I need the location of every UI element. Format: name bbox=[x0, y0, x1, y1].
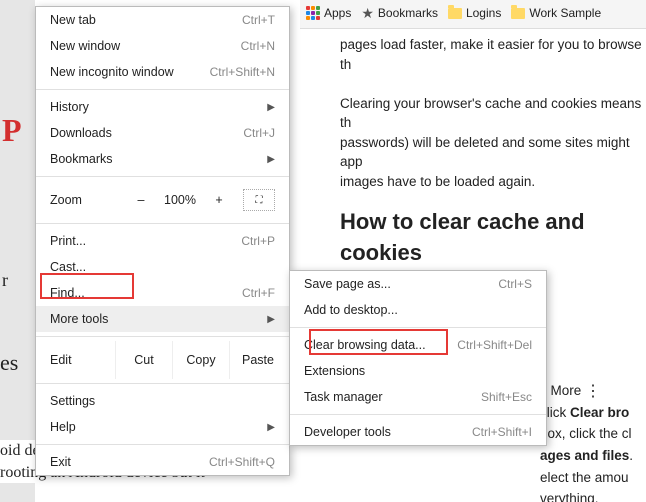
menu-print[interactable]: Print... Ctrl+P bbox=[36, 228, 289, 254]
more-icon bbox=[585, 389, 597, 395]
chevron-right-icon: ▶ bbox=[267, 314, 275, 325]
menu-exit[interactable]: Exit Ctrl+Shift+Q bbox=[36, 449, 289, 475]
menu-settings[interactable]: Settings bbox=[36, 388, 289, 414]
fullscreen-button[interactable]: ⛶ bbox=[243, 189, 275, 211]
star-icon: ★ bbox=[361, 6, 374, 20]
menu-downloads[interactable]: Downloads Ctrl+J bbox=[36, 120, 289, 146]
submenu-task-manager[interactable]: Task manager Shift+Esc bbox=[290, 384, 546, 410]
bg-text: es bbox=[0, 350, 18, 376]
menu-zoom-row: Zoom – 100% + ⛶ bbox=[36, 181, 289, 219]
bookmark-bar: Apps ★ Bookmarks Logins Work Sample bbox=[300, 0, 646, 29]
logins-folder[interactable]: Logins bbox=[448, 6, 501, 20]
submenu-clear-browsing-data[interactable]: Clear browsing data... Ctrl+Shift+Del bbox=[290, 332, 546, 358]
menu-history[interactable]: History ▶ bbox=[36, 94, 289, 120]
work-sample-folder[interactable]: Work Sample bbox=[511, 6, 601, 20]
copy-button[interactable]: Copy bbox=[172, 341, 229, 379]
zoom-in-button[interactable]: + bbox=[201, 193, 237, 207]
menu-more-tools[interactable]: More tools ▶ bbox=[36, 306, 289, 332]
folder-icon bbox=[511, 8, 525, 19]
submenu-extensions[interactable]: Extensions bbox=[290, 358, 546, 384]
menu-new-incognito[interactable]: New incognito window Ctrl+Shift+N bbox=[36, 59, 289, 85]
submenu-add-desktop[interactable]: Add to desktop... bbox=[290, 297, 546, 323]
menu-new-window[interactable]: New window Ctrl+N bbox=[36, 33, 289, 59]
chrome-main-menu: New tab Ctrl+T New window Ctrl+N New inc… bbox=[35, 6, 290, 476]
menu-bookmarks[interactable]: Bookmarks ▶ bbox=[36, 146, 289, 172]
zoom-percent: 100% bbox=[159, 193, 201, 207]
bg-text: r bbox=[2, 270, 32, 290]
apps-icon bbox=[306, 6, 320, 20]
menu-new-tab[interactable]: New tab Ctrl+T bbox=[36, 7, 289, 33]
menu-cast[interactable]: Cast... bbox=[36, 254, 289, 280]
paste-button[interactable]: Paste bbox=[229, 341, 286, 379]
menu-find[interactable]: Find... Ctrl+F bbox=[36, 280, 289, 306]
site-logo-fragment: P bbox=[2, 110, 32, 150]
menu-help[interactable]: Help ▶ bbox=[36, 414, 289, 440]
chevron-right-icon: ▶ bbox=[267, 102, 275, 113]
submenu-developer-tools[interactable]: Developer tools Ctrl+Shift+I bbox=[290, 419, 546, 445]
apps-button[interactable]: Apps bbox=[306, 6, 351, 20]
article-heading: How to clear cache and cookies bbox=[340, 206, 646, 270]
zoom-out-button[interactable]: – bbox=[123, 193, 159, 207]
chevron-right-icon: ▶ bbox=[267, 422, 275, 433]
chevron-right-icon: ▶ bbox=[267, 154, 275, 165]
bookmarks-button[interactable]: ★ Bookmarks bbox=[361, 6, 438, 20]
cut-button[interactable]: Cut bbox=[115, 341, 172, 379]
more-tools-submenu: Save page as... Ctrl+S Add to desktop...… bbox=[289, 270, 547, 446]
submenu-save-page[interactable]: Save page as... Ctrl+S bbox=[290, 271, 546, 297]
folder-icon bbox=[448, 8, 462, 19]
menu-edit-row: Edit Cut Copy Paste bbox=[36, 341, 289, 379]
